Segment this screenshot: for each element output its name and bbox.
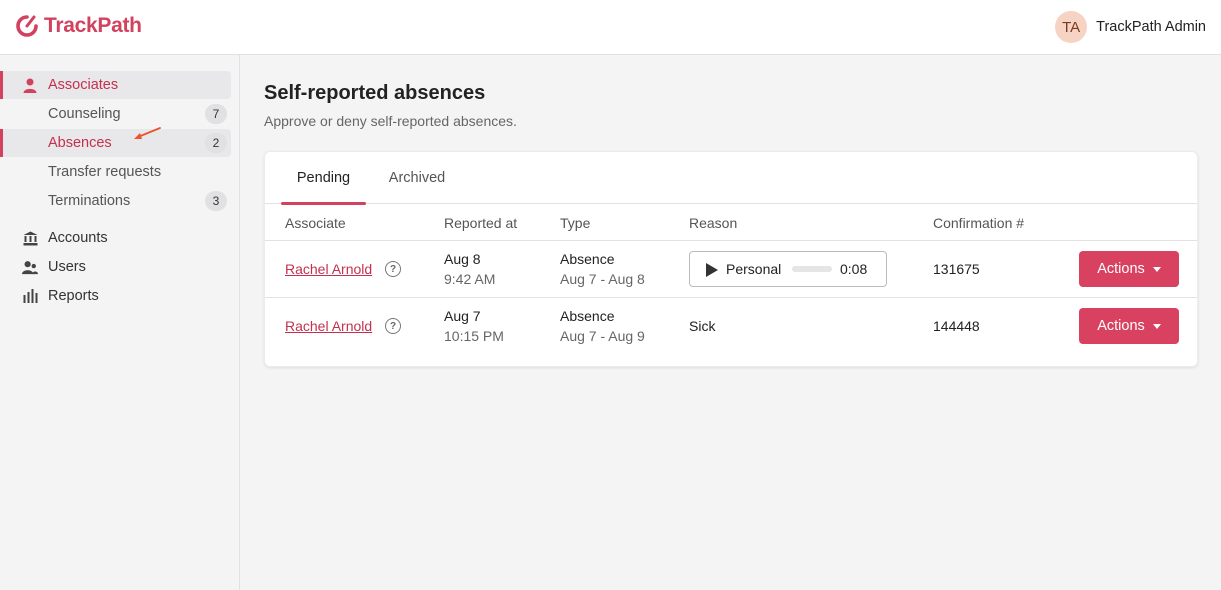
sidebar-item-label: Absences (48, 135, 112, 151)
sidebar: Associates Counseling 7 Absences 2 Trans… (0, 55, 240, 590)
trackpath-logo-icon (15, 14, 39, 38)
page-title: Self-reported absences (264, 82, 486, 104)
sidebar-item-label: Users (48, 259, 86, 275)
actions-label: Actions (1097, 261, 1145, 277)
absence-range: Aug 7 - Aug 9 (560, 328, 645, 344)
person-icon (22, 77, 38, 93)
count-badge: 7 (205, 104, 227, 124)
sidebar-item-reports[interactable]: Reports (0, 282, 231, 310)
sidebar-item-terminations[interactable]: Terminations 3 (0, 187, 231, 215)
sidebar-item-label: Reports (48, 288, 99, 304)
absence-type: Absence (560, 308, 615, 324)
count-badge: 3 (205, 191, 227, 211)
sidebar-item-label: Associates (48, 77, 119, 93)
caret-down-icon (1152, 266, 1161, 272)
tab-archived[interactable]: Archived (377, 152, 457, 204)
column-header-confirmation[interactable]: Confirmation # (933, 215, 1024, 231)
sidebar-item-accounts[interactable]: Accounts (0, 224, 231, 252)
column-header-reason[interactable]: Reason (689, 215, 737, 231)
reason-label: Personal (726, 261, 782, 277)
confirmation-number: 131675 (933, 261, 980, 277)
sidebar-item-absences[interactable]: Absences 2 (0, 129, 231, 157)
table-header: Associate Reported at Type Reason Confir… (265, 204, 1197, 241)
sidebar-item-label: Counseling (48, 106, 121, 122)
audio-progress-track[interactable] (792, 266, 832, 272)
annotation-arrow-icon (134, 127, 161, 139)
sidebar-item-label: Transfer requests (48, 164, 162, 180)
reported-time: 10:15 PM (444, 328, 504, 344)
column-header-reported-at[interactable]: Reported at (444, 215, 517, 231)
sidebar-item-counseling[interactable]: Counseling 7 (0, 100, 231, 128)
page-subtitle: Approve or deny self-reported absences. (264, 113, 517, 129)
active-indicator (0, 129, 3, 157)
active-indicator (0, 71, 3, 99)
absence-range: Aug 7 - Aug 8 (560, 271, 645, 287)
reason-audio-player[interactable]: Personal 0:08 (689, 251, 887, 287)
confirmation-number: 144448 (933, 318, 980, 334)
user-menu[interactable]: TA TrackPath Admin (1055, 11, 1206, 43)
user-name: TrackPath Admin (1096, 19, 1206, 35)
absences-card: Pending Archived Associate Reported at T… (264, 151, 1198, 367)
sidebar-item-label: Terminations (48, 193, 131, 209)
audio-duration: 0:08 (840, 261, 868, 277)
actions-button[interactable]: Actions (1079, 308, 1179, 344)
associate-link[interactable]: Rachel Arnold (285, 261, 372, 277)
help-icon[interactable]: ? (385, 261, 401, 277)
sidebar-item-transfer-requests[interactable]: Transfer requests (0, 158, 231, 186)
help-icon[interactable]: ? (385, 318, 401, 334)
caret-down-icon (1152, 323, 1161, 329)
bar-chart-icon (22, 288, 38, 304)
tab-pending[interactable]: Pending (281, 152, 366, 205)
reported-date: Aug 8 (444, 251, 481, 267)
tab-bar: Pending Archived (265, 152, 1197, 205)
sidebar-item-associates[interactable]: Associates (0, 71, 231, 99)
avatar: TA (1055, 11, 1088, 43)
table-row: Rachel Arnold ? Aug 8 9:42 AM Absence Au… (265, 241, 1197, 298)
table-row: Rachel Arnold ? Aug 7 10:15 PM Absence A… (265, 298, 1197, 355)
app-logo[interactable]: TrackPath (15, 14, 142, 38)
users-icon (22, 259, 38, 275)
absence-type: Absence (560, 251, 615, 267)
column-header-type[interactable]: Type (560, 215, 590, 231)
actions-label: Actions (1097, 318, 1145, 334)
associate-link[interactable]: Rachel Arnold (285, 318, 372, 334)
sidebar-item-users[interactable]: Users (0, 253, 231, 281)
reason-text: Sick (689, 318, 716, 334)
top-bar: TrackPath TA TrackPath Admin (0, 0, 1221, 55)
count-badge: 2 (205, 133, 227, 153)
actions-button[interactable]: Actions (1079, 251, 1179, 287)
reported-time: 9:42 AM (444, 271, 496, 287)
column-header-associate[interactable]: Associate (285, 215, 346, 231)
app-name: TrackPath (44, 14, 142, 37)
sidebar-item-label: Accounts (48, 230, 108, 246)
play-icon[interactable] (706, 263, 718, 277)
reported-date: Aug 7 (444, 308, 481, 324)
bank-icon (22, 230, 38, 246)
